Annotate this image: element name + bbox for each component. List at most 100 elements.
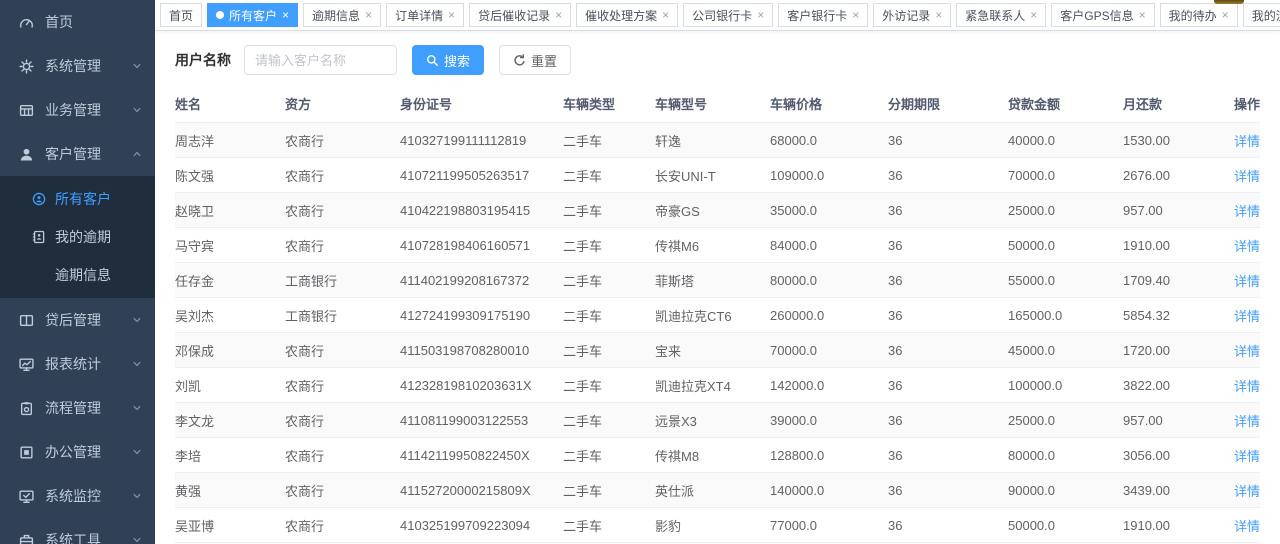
- tab-3[interactable]: 订单详情×: [386, 3, 464, 27]
- cell-loan_amount: 80000.0: [1008, 438, 1123, 473]
- sidebar-item-label: 流程管理: [45, 398, 131, 418]
- columns-icon: [19, 313, 34, 328]
- sidebar-item-my-overdue[interactable]: 我的逾期: [0, 218, 155, 256]
- sidebar-item-home[interactable]: 首页: [0, 0, 155, 44]
- tab-close-icon[interactable]: ×: [757, 9, 764, 21]
- tab-label: 逾期信息: [312, 7, 360, 24]
- sidebar-item-all-customers[interactable]: 所有客户: [0, 180, 155, 218]
- cell-vehicle_price: 142000.0: [770, 368, 888, 403]
- cell-actions: 详情: [1228, 123, 1260, 158]
- cell-actions: 详情: [1228, 473, 1260, 508]
- table-row: 马守宾农商行410728198406160571二手车传祺M684000.036…: [175, 228, 1260, 263]
- cell-name: 李培: [175, 438, 285, 473]
- sidebar-item-label: 首页: [45, 12, 145, 32]
- tab-5[interactable]: 催收处理方案×: [576, 3, 678, 27]
- detail-link[interactable]: 详情: [1234, 169, 1260, 184]
- table-row: 李文龙农商行411081199003122553二手车远景X339000.036…: [175, 403, 1260, 438]
- tab-close-icon[interactable]: ×: [1222, 9, 1229, 21]
- tab-bar: 首页所有客户×逾期信息×订单详情×贷后催收记录×催收处理方案×公司银行卡×客户银…: [155, 0, 1280, 31]
- detail-link[interactable]: 详情: [1234, 414, 1260, 429]
- sidebar-item-business-mgmt[interactable]: 业务管理: [0, 88, 155, 132]
- cell-monthly_payment: 3439.00: [1123, 473, 1228, 508]
- cell-vehicle_model: 宝来: [655, 333, 770, 368]
- sidebar-item-process-mgmt[interactable]: 流程管理: [0, 386, 155, 430]
- tab-12[interactable]: 我的流程×: [1243, 3, 1280, 27]
- sidebar-item-customer-mgmt[interactable]: 客户管理: [0, 132, 155, 176]
- cell-loan_amount: 40000.0: [1008, 123, 1123, 158]
- cell-vehicle_price: 70000.0: [770, 333, 888, 368]
- tab-close-icon[interactable]: ×: [365, 9, 372, 21]
- tab-7[interactable]: 客户银行卡×: [778, 3, 868, 27]
- detail-link[interactable]: 详情: [1234, 239, 1260, 254]
- sidebar-item-label: 贷后管理: [45, 310, 131, 330]
- tab-8[interactable]: 外访记录×: [873, 3, 951, 27]
- sidebar-item-system-tools[interactable]: 系统工具: [0, 518, 155, 544]
- tab-0[interactable]: 首页: [160, 3, 202, 27]
- cell-name: 赵晓卫: [175, 193, 285, 228]
- table-row: 吴刘杰工商银行412724199309175190二手车凯迪拉克CT626000…: [175, 298, 1260, 333]
- detail-link[interactable]: 详情: [1234, 519, 1260, 534]
- tab-1[interactable]: 所有客户×: [207, 3, 298, 27]
- sidebar-item-office-mgmt[interactable]: 办公管理: [0, 430, 155, 474]
- cell-vehicle_model: 远景X3: [655, 403, 770, 438]
- cell-loan_amount: 50000.0: [1008, 508, 1123, 543]
- sidebar-item-report-stats[interactable]: 报表统计: [0, 342, 155, 386]
- cell-funder: 农商行: [285, 403, 400, 438]
- tab-close-icon[interactable]: ×: [1139, 9, 1146, 21]
- gear-icon: [19, 59, 34, 74]
- tab-6[interactable]: 公司银行卡×: [683, 3, 773, 27]
- sidebar-item-label: 办公管理: [45, 442, 131, 462]
- tab-11[interactable]: 我的待办×: [1160, 3, 1238, 27]
- sidebar-item-overdue-info[interactable]: 逾期信息: [0, 256, 155, 294]
- cell-term: 36: [888, 438, 1008, 473]
- detail-link[interactable]: 详情: [1234, 274, 1260, 289]
- cell-loan_amount: 25000.0: [1008, 193, 1123, 228]
- tab-4[interactable]: 贷后催收记录×: [469, 3, 571, 27]
- tab-close-icon[interactable]: ×: [852, 9, 859, 21]
- tab-close-icon[interactable]: ×: [282, 9, 289, 21]
- sidebar-item-label: 所有客户: [55, 189, 145, 209]
- cell-monthly_payment: 3822.00: [1123, 368, 1228, 403]
- sidebar-item-system-mgmt[interactable]: 系统管理: [0, 44, 155, 88]
- tab-10[interactable]: 客户GPS信息×: [1051, 3, 1154, 27]
- table-row: 黄强农商行41152720000215809X二手车英仕派140000.0369…: [175, 473, 1260, 508]
- chevron-down-icon: [131, 446, 143, 458]
- tab-close-icon[interactable]: ×: [555, 9, 562, 21]
- sidebar-item-system-monitor[interactable]: 系统监控: [0, 474, 155, 518]
- column-header-actions: 操作: [1228, 85, 1260, 123]
- tab-close-icon[interactable]: ×: [662, 9, 669, 21]
- tab-9[interactable]: 紧急联系人×: [956, 3, 1046, 27]
- detail-link[interactable]: 详情: [1234, 344, 1260, 359]
- cell-monthly_payment: 3056.00: [1123, 438, 1228, 473]
- cell-actions: 详情: [1228, 508, 1260, 543]
- reset-button[interactable]: 重置: [499, 45, 571, 75]
- detail-link[interactable]: 详情: [1234, 309, 1260, 324]
- cell-vehicle_model: 传祺M8: [655, 438, 770, 473]
- tab-close-icon[interactable]: ×: [448, 9, 455, 21]
- cell-vehicle_price: 140000.0: [770, 473, 888, 508]
- cell-actions: 详情: [1228, 333, 1260, 368]
- cell-monthly_payment: 1910.00: [1123, 228, 1228, 263]
- detail-link[interactable]: 详情: [1234, 134, 1260, 149]
- cell-vehicle_model: 轩逸: [655, 123, 770, 158]
- cell-vehicle_model: 长安UNI-T: [655, 158, 770, 193]
- cell-vehicle_model: 传祺M6: [655, 228, 770, 263]
- search-input[interactable]: [244, 45, 397, 75]
- table-row: 吴亚博农商行410325199709223094二手车影豹77000.03650…: [175, 508, 1260, 543]
- cell-actions: 详情: [1228, 158, 1260, 193]
- detail-link[interactable]: 详情: [1234, 379, 1260, 394]
- chevron-down-icon: [131, 358, 143, 370]
- detail-link[interactable]: 详情: [1234, 449, 1260, 464]
- tool-icon: [19, 533, 34, 544]
- tab-2[interactable]: 逾期信息 ×: [303, 3, 381, 27]
- detail-link[interactable]: 详情: [1234, 484, 1260, 499]
- tab-label: 首页: [169, 7, 193, 24]
- sidebar-item-loan-mgmt[interactable]: 贷后管理: [0, 298, 155, 342]
- search-field-label: 用户名称: [175, 50, 231, 70]
- sidebar-item-label: 逾期信息: [55, 265, 145, 285]
- cell-actions: 详情: [1228, 228, 1260, 263]
- detail-link[interactable]: 详情: [1234, 204, 1260, 219]
- tab-close-icon[interactable]: ×: [1030, 9, 1037, 21]
- search-button[interactable]: 搜索: [412, 45, 484, 75]
- tab-close-icon[interactable]: ×: [935, 9, 942, 21]
